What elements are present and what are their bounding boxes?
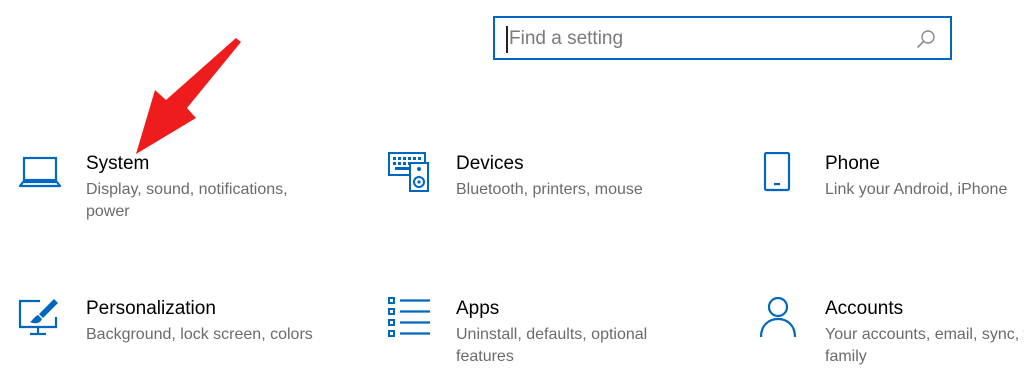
tile-accounts[interactable]: Accounts Your accounts, email, sync, wor… bbox=[757, 297, 1024, 378]
keyboard-speaker-icon bbox=[388, 152, 429, 192]
tile-apps[interactable]: Apps Uninstall, defaults, optional featu… bbox=[388, 297, 708, 378]
tile-title: Personalization bbox=[86, 298, 216, 319]
search-box[interactable] bbox=[493, 16, 952, 60]
tile-system[interactable]: System Display, sound, notifications, po… bbox=[18, 152, 338, 242]
tile-title: Apps bbox=[456, 298, 500, 319]
tile-title: System bbox=[86, 153, 150, 174]
tile-title: Devices bbox=[456, 153, 524, 174]
tile-description: Uninstall, defaults, optional features bbox=[456, 326, 648, 365]
tile-personalization[interactable]: Personalization Background, lock screen,… bbox=[18, 297, 338, 378]
apps-list-icon bbox=[388, 297, 430, 337]
tile-title: Phone bbox=[825, 153, 880, 174]
tile-phone[interactable]: Phone Link your Android, iPhone bbox=[757, 152, 1024, 242]
tile-title: Accounts bbox=[825, 298, 904, 319]
tile-description: Bluetooth, printers, mouse bbox=[456, 181, 643, 198]
tile-description: Link your Android, iPhone bbox=[825, 181, 1008, 198]
tile-description: Display, sound, notifications, power bbox=[86, 181, 288, 220]
laptop-icon bbox=[18, 156, 62, 188]
settings-home: System Display, sound, notifications, po… bbox=[0, 0, 1024, 378]
search-input[interactable] bbox=[509, 26, 909, 52]
text-caret bbox=[506, 26, 508, 53]
annotation-arrow bbox=[136, 38, 241, 154]
person-icon bbox=[759, 297, 797, 338]
paintbrush-monitor-icon bbox=[18, 299, 58, 336]
phone-icon bbox=[763, 152, 791, 192]
tile-description: Background, lock screen, colors bbox=[86, 326, 313, 343]
tile-devices[interactable]: Devices Bluetooth, printers, mouse bbox=[388, 152, 708, 242]
tile-description: Your accounts, email, sync, work, family bbox=[825, 326, 1024, 365]
search-icon[interactable] bbox=[915, 28, 937, 50]
